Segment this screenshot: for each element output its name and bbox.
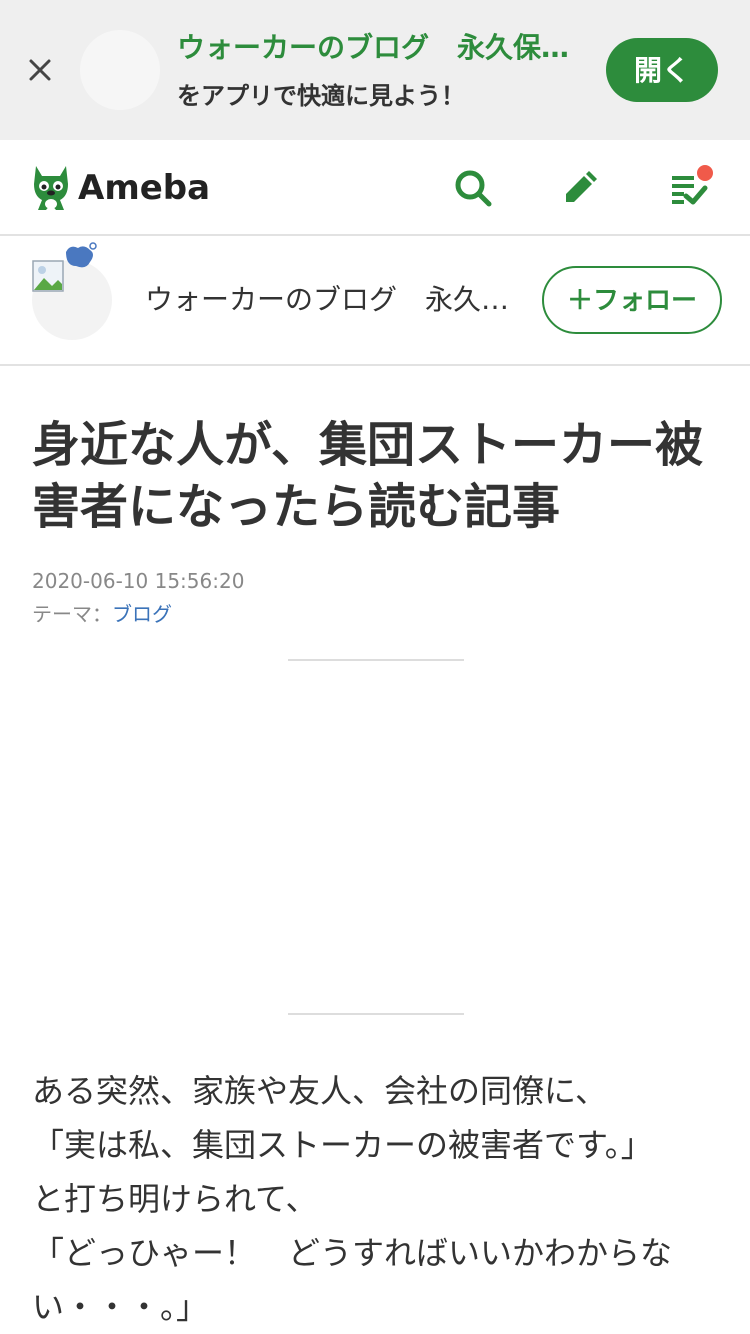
body-line: と打ち明けられて、: [32, 1180, 318, 1218]
article-title: 身近な人が、集団ストーカー被害者になったら読む記事: [32, 417, 704, 535]
close-icon[interactable]: [22, 52, 58, 88]
banner-title: ウォーカーのブログ 永久保存版 集団ストーカー被害者の真実: [177, 31, 577, 64]
ad-slot: [0, 662, 750, 1014]
theme-link[interactable]: ブログ: [112, 602, 172, 626]
rank-badge-icon: [64, 242, 98, 272]
divider: [288, 659, 464, 661]
site-header: Ameba: [0, 140, 750, 236]
broken-image-icon: [32, 260, 64, 292]
ameba-mascot-icon: [34, 166, 68, 210]
theme-label: テーマ：: [32, 602, 112, 626]
search-icon[interactable]: [453, 168, 493, 208]
body-line: 「実は私、集団ストーカーの被害者です。」: [32, 1126, 653, 1164]
blog-owner-name[interactable]: ウォーカーのブログ 永久保存版 集団ストーカー被害者の真実: [145, 280, 510, 320]
body-line: 「どっひゃー！ どうすればいいかわからな: [32, 1234, 673, 1272]
app-icon: [80, 30, 160, 110]
ameba-logo[interactable]: Ameba: [30, 160, 210, 216]
banner-subtitle: をアプリで快適に見よう！: [177, 82, 465, 110]
notification-badge: [697, 165, 713, 181]
app-install-banner: ウォーカーのブログ 永久保存版 集団ストーカー被害者の真実 をアプリで快適に見よ…: [0, 0, 750, 140]
divider: [288, 1013, 464, 1015]
follow-button[interactable]: ＋フォロー: [542, 266, 722, 334]
open-app-button[interactable]: 開く: [606, 38, 718, 102]
body-line: い・・・。」: [32, 1288, 209, 1326]
article-theme: テーマ：ブログ: [32, 600, 172, 628]
article-body: ある突然、家族や友人、会社の同僚に、 「実は私、集団ストーカーの被害者です。」 …: [32, 1064, 722, 1334]
logo-text: Ameba: [78, 168, 211, 208]
pencil-icon[interactable]: [560, 168, 600, 208]
blog-owner-bar: ウォーカーのブログ 永久保存版 集団ストーカー被害者の真実 ＋フォロー: [0, 236, 750, 366]
body-line: ある突然、家族や友人、会社の同僚に、: [32, 1072, 608, 1110]
article-date: 2020-06-10 15:56:20: [32, 569, 245, 593]
